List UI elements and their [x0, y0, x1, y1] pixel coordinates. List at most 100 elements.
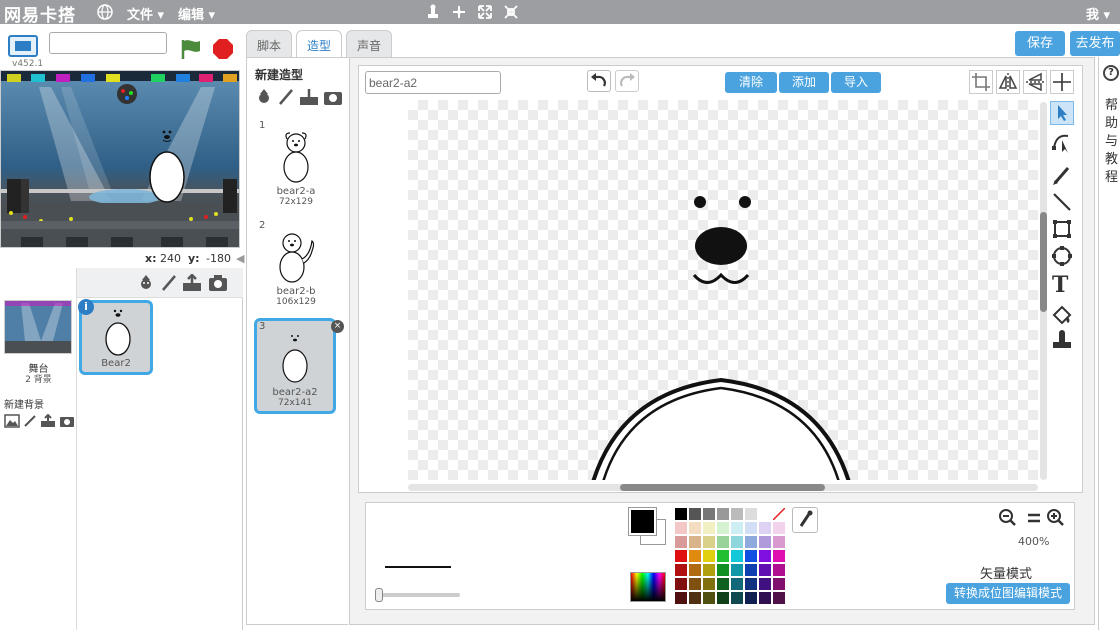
vertical-scrollbar[interactable]	[1040, 102, 1047, 480]
palette-color-swatch[interactable]	[717, 550, 729, 562]
palette-color-swatch[interactable]	[717, 564, 729, 576]
clear-button[interactable]: 清除	[725, 72, 777, 93]
import-button[interactable]: 导入	[831, 72, 881, 93]
add-button[interactable]: 添加	[779, 72, 829, 93]
primary-color-swatch[interactable]	[628, 507, 657, 536]
costume-paint-icon[interactable]	[277, 88, 295, 109]
palette-color-swatch[interactable]	[745, 578, 757, 590]
palette-color-swatch[interactable]	[717, 592, 729, 604]
palette-color-swatch[interactable]	[703, 522, 715, 534]
palette-color-swatch[interactable]	[703, 564, 715, 576]
select-tool-icon[interactable]	[1050, 101, 1074, 125]
palette-color-swatch[interactable]	[773, 578, 785, 590]
redo-icon[interactable]	[615, 70, 639, 92]
pencil-tool-icon[interactable]	[1050, 163, 1074, 190]
help-icon[interactable]: ?	[1103, 65, 1119, 81]
palette-color-swatch[interactable]	[745, 592, 757, 604]
sprite-upload-icon[interactable]	[182, 273, 202, 295]
palette-color-swatch[interactable]	[773, 522, 785, 534]
user-menu[interactable]: 我 ▾	[1086, 4, 1110, 23]
palette-color-swatch[interactable]	[703, 592, 715, 604]
undo-icon[interactable]	[587, 70, 611, 92]
palette-color-swatch[interactable]	[745, 536, 757, 548]
reshape-tool-icon[interactable]	[1050, 130, 1074, 157]
palette-color-swatch[interactable]	[759, 578, 771, 590]
horizontal-scroll-thumb[interactable]	[620, 484, 825, 491]
convert-to-bitmap-button[interactable]: 转换成位图编辑模式	[946, 583, 1070, 604]
palette-color-swatch[interactable]	[703, 508, 715, 520]
project-title-input[interactable]	[49, 32, 167, 54]
costume-upload-icon[interactable]	[299, 88, 319, 109]
costume-camera-icon[interactable]	[323, 88, 343, 109]
fullscreen-icon[interactable]	[8, 35, 38, 57]
help-sidebar[interactable]: ? 帮 助 与 教 程	[1098, 57, 1120, 630]
costume-item-2[interactable]: 2 bear2-b 106x129	[255, 220, 337, 312]
palette-color-swatch[interactable]	[773, 564, 785, 576]
palette-color-swatch[interactable]	[717, 536, 729, 548]
palette-color-swatch[interactable]	[731, 592, 743, 604]
shrink-icon[interactable]	[501, 2, 521, 22]
color-picker-gradient-icon[interactable]	[630, 572, 666, 602]
palette-color-swatch[interactable]	[745, 550, 757, 562]
palette-color-swatch[interactable]	[689, 522, 701, 534]
save-button[interactable]: 保存	[1015, 31, 1065, 56]
sprite-library-icon[interactable]	[137, 274, 155, 295]
costume-item-3[interactable]: 3 bear2-a2 72x141	[254, 318, 336, 414]
palette-color-swatch[interactable]	[759, 550, 771, 562]
sprite-camera-icon[interactable]	[208, 274, 228, 295]
palette-color-swatch[interactable]	[773, 592, 785, 604]
eyedropper-icon[interactable]	[792, 507, 818, 533]
palette-color-swatch[interactable]	[689, 536, 701, 548]
palette-color-swatch[interactable]	[675, 578, 687, 590]
palette-color-swatch[interactable]	[689, 564, 701, 576]
publish-button[interactable]: 去发布	[1070, 31, 1120, 56]
transparent-color-swatch[interactable]	[772, 507, 786, 521]
stage-thumbnail[interactable]	[4, 300, 72, 354]
palette-color-swatch[interactable]	[731, 536, 743, 548]
palette-color-swatch[interactable]	[675, 550, 687, 562]
palette-color-swatch[interactable]	[759, 536, 771, 548]
horizontal-scrollbar[interactable]	[408, 484, 1038, 491]
stamp-tool-icon[interactable]	[1050, 328, 1074, 355]
palette-color-swatch[interactable]	[717, 522, 729, 534]
drawing-canvas[interactable]	[408, 100, 1038, 480]
zoom-reset-icon[interactable]	[1024, 508, 1046, 528]
palette-color-swatch[interactable]	[717, 508, 729, 520]
sprite-paint-icon[interactable]	[160, 274, 178, 295]
edit-menu[interactable]: 编辑 ▾	[178, 4, 215, 23]
palette-color-swatch[interactable]	[703, 578, 715, 590]
palette-color-swatch[interactable]	[731, 522, 743, 534]
palette-color-swatch[interactable]	[703, 550, 715, 562]
rectangle-tool-icon[interactable]	[1050, 217, 1074, 244]
set-center-icon[interactable]	[1050, 70, 1074, 94]
palette-color-swatch[interactable]	[731, 550, 743, 562]
palette-color-swatch[interactable]	[759, 508, 771, 520]
delete-costume-icon[interactable]: ×	[331, 320, 344, 333]
backdrop-paint-icon[interactable]	[23, 414, 37, 431]
palette-color-swatch[interactable]	[731, 578, 743, 590]
costume-library-icon[interactable]	[255, 88, 273, 109]
tab-sounds[interactable]: 声音	[346, 30, 393, 58]
stroke-width-slider[interactable]	[375, 588, 460, 602]
palette-color-swatch[interactable]	[759, 564, 771, 576]
palette-color-swatch[interactable]	[689, 508, 701, 520]
palette-color-swatch[interactable]	[731, 508, 743, 520]
collapse-stage-icon[interactable]: ◀	[236, 252, 244, 265]
palette-color-swatch[interactable]	[773, 536, 785, 548]
flip-horizontal-icon[interactable]	[996, 70, 1020, 94]
palette-color-swatch[interactable]	[731, 564, 743, 576]
tab-costumes[interactable]: 造型	[296, 30, 343, 58]
palette-color-swatch[interactable]	[689, 592, 701, 604]
palette-color-swatch[interactable]	[689, 550, 701, 562]
palette-color-swatch[interactable]	[745, 508, 757, 520]
palette-color-swatch[interactable]	[773, 550, 785, 562]
palette-color-swatch[interactable]	[759, 522, 771, 534]
duplicate-stamp-icon[interactable]	[423, 2, 443, 22]
palette-color-swatch[interactable]	[745, 564, 757, 576]
grow-icon[interactable]	[475, 2, 495, 22]
palette-color-swatch[interactable]	[703, 536, 715, 548]
cut-scissors-icon[interactable]	[449, 2, 469, 22]
line-tool-icon[interactable]	[1050, 190, 1074, 217]
globe-icon[interactable]	[96, 3, 114, 24]
stop-icon[interactable]	[212, 38, 234, 63]
